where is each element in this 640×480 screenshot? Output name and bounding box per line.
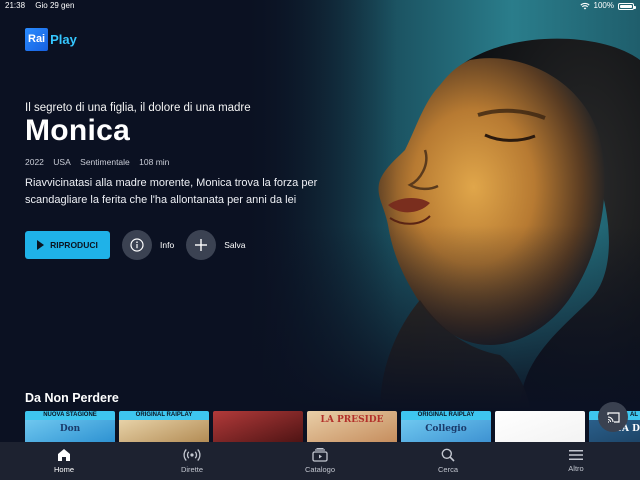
meta-duration: 108 min — [139, 157, 170, 167]
broadcast-icon — [183, 449, 201, 461]
cast-button[interactable] — [598, 402, 628, 432]
content-card[interactable]: LA PRESIDE — [307, 411, 397, 445]
card-badge: ORIGINAL RAIPLAY — [401, 411, 491, 420]
raiplay-logo[interactable]: Rai Play — [25, 28, 77, 51]
meta-year: 2022 — [25, 157, 44, 167]
status-time: 21:38 — [5, 1, 26, 10]
hero-description: Riavvicinatasi alla madre morente, Monic… — [25, 177, 318, 206]
logo-play: Play — [50, 32, 77, 47]
menu-icon — [569, 450, 583, 460]
search-icon — [441, 448, 455, 462]
content-card[interactable] — [495, 411, 585, 445]
tab-altro[interactable]: Altro — [512, 442, 640, 480]
section-title: Da Non Perdere — [25, 391, 119, 405]
hero-title: Monica — [25, 114, 131, 147]
save-button[interactable] — [186, 230, 217, 260]
card-badge: ORIGINAL RAIPLAY — [119, 411, 209, 420]
raiplay-app: 21:38 Gio 29 gen 100% Rai Play Il segret… — [0, 0, 640, 480]
card-art-text: LA PRESIDE — [320, 415, 384, 425]
play-button-label: RIPRODUCI — [50, 240, 98, 250]
bottom-tab-bar: Home Dirette Catalogo Cerca Altro — [0, 442, 640, 480]
tab-altro-label: Altro — [568, 464, 584, 473]
catalog-icon — [312, 448, 328, 462]
content-card[interactable]: ORIGINAL RAIPLAY Collegio — [401, 411, 491, 445]
meta-genre: Sentimentale — [80, 157, 130, 167]
tab-cerca[interactable]: Cerca — [384, 442, 512, 480]
plus-icon — [195, 239, 208, 251]
hero-meta: 2022 USA Sentimentale 108 min — [25, 157, 176, 167]
tab-catalogo[interactable]: Catalogo — [256, 442, 384, 480]
wifi-icon — [579, 3, 590, 10]
card-image: LA PRESIDE — [307, 411, 397, 445]
tab-home-label: Home — [53, 465, 74, 474]
tab-dirette[interactable]: Dirette — [128, 442, 256, 480]
info-button[interactable] — [122, 230, 152, 260]
content-card[interactable]: ORIGINAL RAIPLAY — [119, 411, 209, 445]
tab-home[interactable]: Home — [0, 442, 128, 480]
hero-actions: RIPRODUCI Info Salva — [25, 230, 245, 260]
status-date: Gio 29 gen — [35, 1, 75, 10]
status-bar: 21:38 Gio 29 gen 100% — [0, 0, 640, 12]
tab-catalogo-label: Catalogo — [304, 465, 336, 474]
hero-tagline: Il segreto di una figlia, il dolore di u… — [25, 102, 251, 114]
save-label[interactable]: Salva — [224, 240, 245, 250]
play-button[interactable]: RIPRODUCI — [25, 231, 110, 259]
tab-cerca-label: Cerca — [437, 465, 458, 474]
battery-icon — [618, 2, 636, 10]
card-image — [213, 411, 303, 445]
battery-percent: 100% — [593, 1, 614, 10]
home-icon — [58, 449, 70, 461]
card-art-text: Collegio — [425, 424, 467, 434]
meta-country: USA — [53, 157, 71, 167]
info-icon — [130, 238, 144, 252]
card-art-text: Don — [59, 424, 81, 434]
cast-icon — [606, 411, 620, 423]
info-label[interactable]: Info — [160, 240, 174, 250]
content-card[interactable] — [213, 411, 303, 445]
logo-rai: Rai — [25, 28, 49, 51]
cards-row: NUOVA STAGIONE Don ORIGINAL RAIPLAY LA P… — [25, 411, 640, 445]
play-icon — [37, 240, 45, 250]
content-card[interactable]: NUOVA STAGIONE Don — [25, 411, 115, 445]
tab-dirette-label: Dirette — [180, 465, 204, 474]
card-image — [495, 411, 585, 445]
card-badge: NUOVA STAGIONE — [25, 411, 115, 420]
